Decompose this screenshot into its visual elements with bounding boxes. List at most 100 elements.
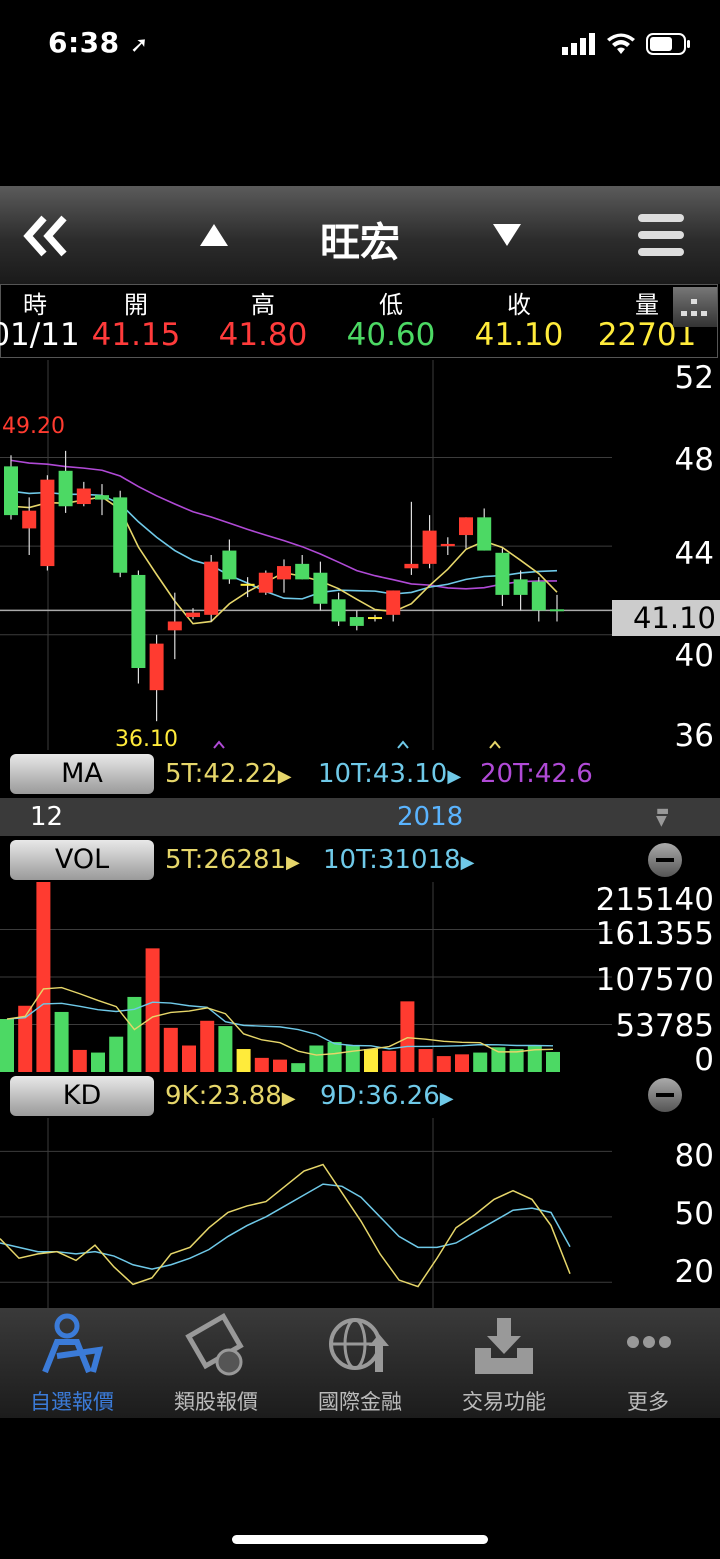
quote-value-1: 41.15 (91, 317, 181, 353)
candle-body (422, 530, 437, 564)
candle-body (131, 574, 146, 669)
ma-button[interactable]: MA (10, 754, 154, 794)
scroll-handle-icon[interactable]: ▬ ▼ (656, 804, 669, 828)
more-dots-icon (613, 1312, 683, 1382)
ma-cross-marker (213, 740, 225, 749)
volume-bar (546, 1051, 560, 1072)
volume-bar (236, 1049, 251, 1072)
volume-bar (291, 1063, 306, 1072)
high-price-label: 49.20 (2, 414, 65, 439)
status-time: 6:38 ➚ (48, 26, 149, 59)
axis-tick: 107570 (595, 962, 714, 998)
volume-bar (473, 1052, 488, 1072)
d-value: 9D:36.26▶ (320, 1081, 454, 1111)
tab-label: 更多 (627, 1390, 669, 1414)
candle-body (40, 479, 55, 567)
vol10-value: 10T:31018▶ (323, 845, 475, 875)
watchlist-icon (37, 1312, 107, 1382)
k-line (0, 1163, 571, 1288)
d-line (0, 1183, 571, 1270)
candle-body (404, 563, 419, 569)
quote-header-1: 開 (124, 291, 148, 319)
date-month: 12 (30, 802, 64, 832)
volume-bar (109, 1036, 124, 1072)
candle-body (95, 495, 109, 500)
candle-body (513, 579, 528, 595)
price-chart[interactable] (0, 360, 612, 750)
axis-tick: 36 (674, 718, 714, 754)
candle-body (440, 543, 455, 547)
quote-header-2: 高 (251, 291, 275, 319)
quote-table: 時 01/11 開 41.15 高 41.80 低 40.60 收 41.10 量 22701 (0, 284, 718, 358)
tab-label: 交易功能 (462, 1390, 546, 1414)
volume-bar (218, 1026, 233, 1072)
price-axis: 52 48 44 40 36 41.10 (612, 360, 720, 754)
kd-axis: 80 50 20 (612, 1118, 720, 1308)
quote-value-4: 41.10 (474, 317, 564, 353)
axis-tick: 53785 (615, 1008, 714, 1044)
ma-cross-marker (397, 740, 409, 749)
home-indicator[interactable] (232, 1535, 488, 1544)
quote-value-3: 40.60 (346, 317, 436, 353)
axis-tick: 80 (674, 1138, 714, 1174)
date-year: 2018 (397, 802, 464, 832)
ma10-value: 10T:43.10▶ (318, 759, 462, 789)
volume-bar (436, 1056, 451, 1072)
volume-bar (364, 1049, 378, 1072)
current-price-tag: 41.10 (612, 600, 720, 636)
location-arrow-icon: ➚ (129, 33, 149, 58)
axis-tick: 20 (674, 1254, 714, 1290)
candle-body (240, 583, 255, 586)
tab-label: 國際金融 (318, 1390, 402, 1414)
axis-tick: 0 (694, 1042, 714, 1078)
signal-icon (562, 33, 595, 55)
tray-download-icon (469, 1312, 539, 1382)
ma5-value: 5T:42.22▶ (165, 759, 292, 789)
axis-tick: 161355 (595, 916, 714, 952)
volume-bar (72, 1049, 87, 1072)
kd-button[interactable]: KD (10, 1076, 154, 1116)
volume-bar (345, 1045, 360, 1072)
quote-header-3: 低 (379, 291, 403, 319)
clock: 6:38 (48, 26, 120, 59)
tab-label: 類股報價 (174, 1390, 258, 1414)
candle-body (222, 550, 237, 580)
candle-body (386, 590, 401, 615)
menu-icon[interactable] (638, 212, 684, 262)
k-value: 9K:23.88▶ (165, 1081, 296, 1111)
volume-bar (491, 1047, 506, 1072)
film-coin-icon (181, 1312, 251, 1382)
volume-bar (163, 1027, 178, 1072)
axis-tick: 40 (674, 638, 714, 674)
candle-body (76, 488, 91, 505)
ma20-value: 20T:42.6 (480, 759, 593, 789)
volume-chart[interactable] (0, 882, 612, 1072)
candle-body (113, 497, 128, 573)
axis-tick: 44 (674, 536, 714, 572)
tab-label: 自選報價 (30, 1390, 114, 1414)
volume-bar (145, 948, 160, 1072)
low-price-label: 36.10 (115, 727, 178, 752)
volume-bar (127, 996, 142, 1072)
volume-bar (400, 1001, 415, 1072)
volume-bar (382, 1050, 397, 1072)
volume-bar (309, 1045, 324, 1072)
candle-body (477, 517, 492, 551)
candle-body (550, 609, 564, 612)
volume-bar (455, 1054, 469, 1072)
status-icons (562, 30, 692, 58)
volume-bar (182, 1045, 196, 1072)
candle-body (258, 572, 273, 593)
candle-body (313, 572, 328, 604)
axis-tick: 48 (674, 442, 714, 478)
expand-grid-icon[interactable] (673, 287, 717, 327)
collapse-vol-button[interactable] (648, 843, 682, 877)
next-stock-button[interactable] (491, 222, 523, 252)
candle-body (186, 612, 200, 618)
axis-tick: 52 (674, 360, 714, 396)
candle-body (531, 581, 546, 611)
vol-button[interactable]: VOL (10, 840, 154, 880)
kd-chart[interactable] (0, 1118, 612, 1308)
wifi-icon (607, 33, 635, 54)
collapse-kd-button[interactable] (648, 1078, 682, 1112)
